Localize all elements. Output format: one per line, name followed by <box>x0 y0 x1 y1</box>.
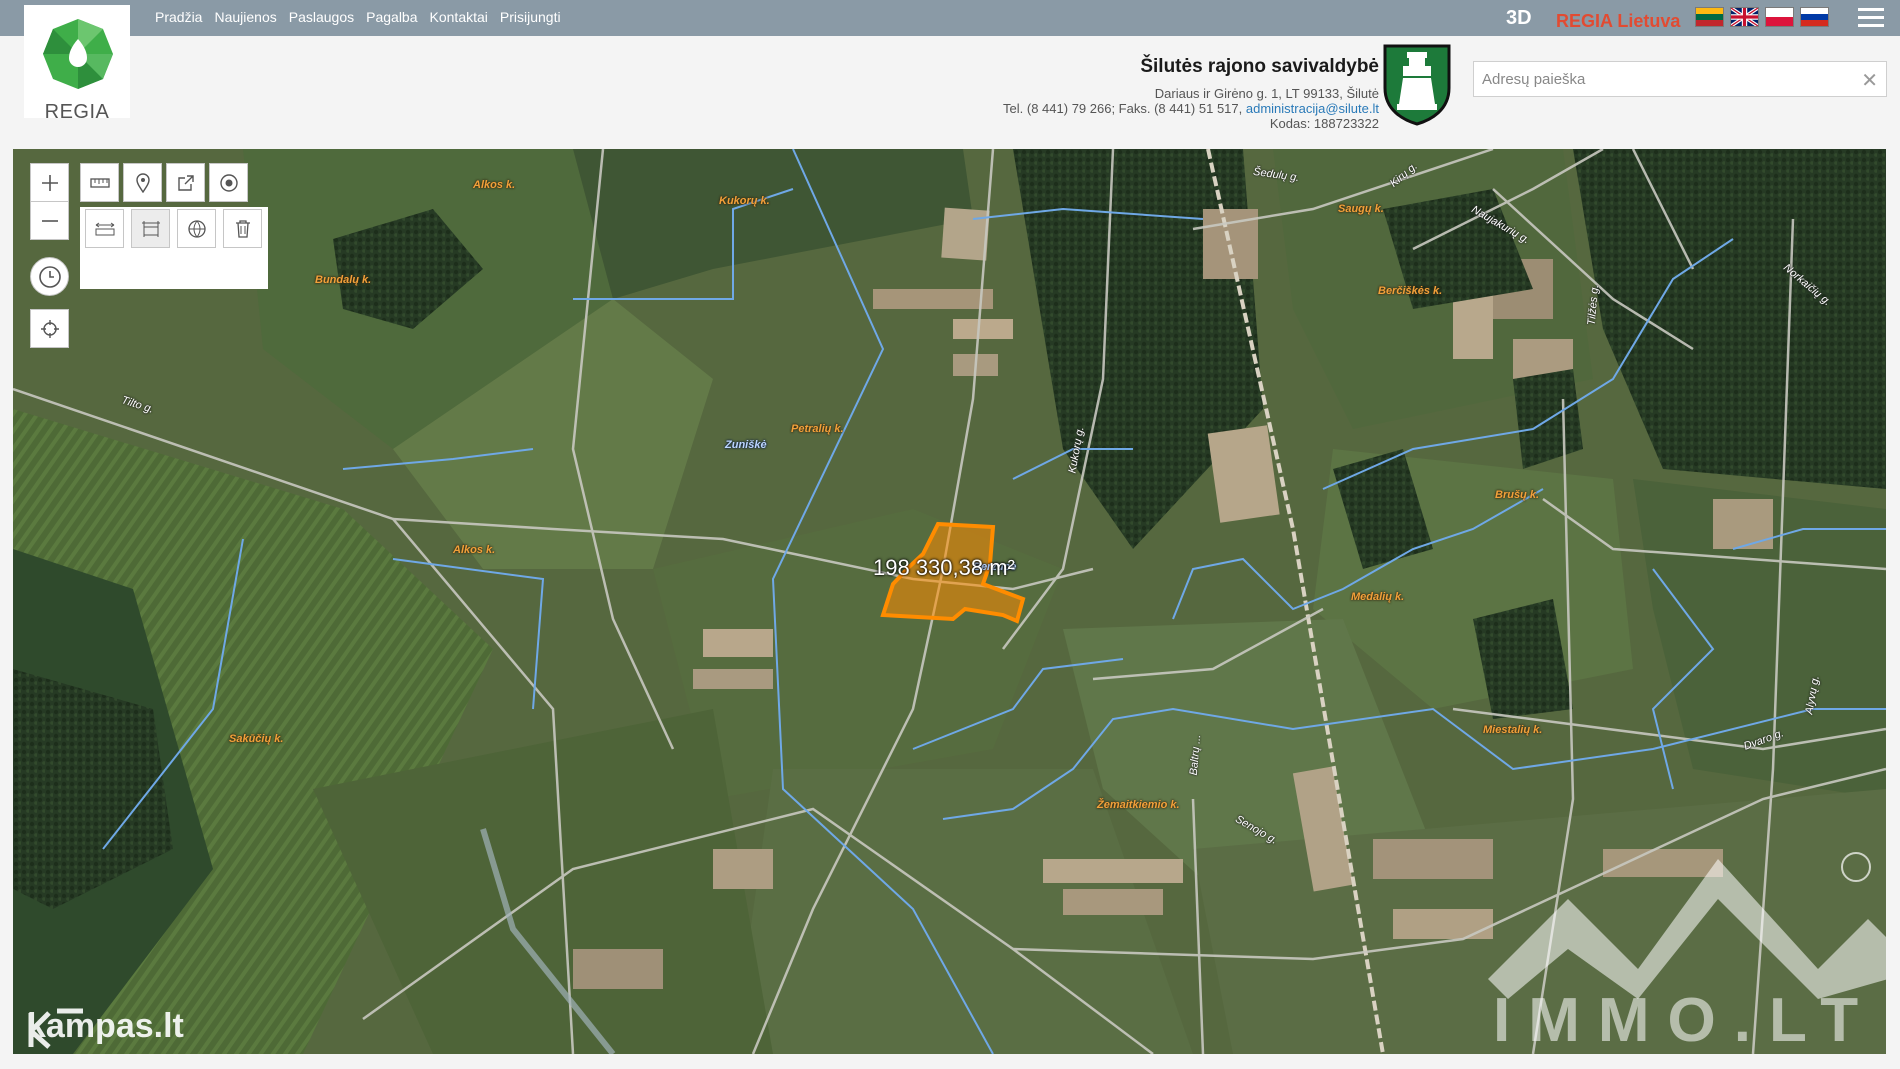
place-label: Kukorų k. <box>719 195 770 207</box>
delete-measure-button[interactable] <box>223 209 262 248</box>
nav-help[interactable]: Pagalba <box>366 9 417 25</box>
main-nav: Pradžia Naujienos Paslaugos Pagalba Kont… <box>155 9 561 25</box>
target-icon <box>219 173 238 192</box>
measure-globe-button[interactable] <box>177 209 216 248</box>
zoom-in-button[interactable] <box>30 163 69 202</box>
trash-icon <box>235 219 250 238</box>
regia-logo-icon <box>43 19 113 89</box>
measure-button[interactable] <box>80 163 119 202</box>
target-button[interactable] <box>209 163 248 202</box>
globe-measure-icon <box>187 219 206 238</box>
nav-login[interactable]: Prisijungti <box>500 9 561 25</box>
nav-home[interactable]: Pradžia <box>155 9 202 25</box>
place-label: Medalių k. <box>1351 591 1405 603</box>
measure-area-button[interactable] <box>131 209 170 248</box>
footer <box>0 1054 1900 1069</box>
hamburger-menu-icon[interactable] <box>1858 8 1884 28</box>
place-label: Petralių k. <box>791 423 844 435</box>
english-flag-icon[interactable] <box>1730 6 1759 28</box>
zoom-out-button[interactable] <box>30 201 69 240</box>
zoom-out-icon <box>41 219 58 222</box>
nav-contacts[interactable]: Kontaktai <box>430 9 488 25</box>
place-label: Zuniškė <box>725 439 767 451</box>
share-icon <box>177 174 194 191</box>
area-icon <box>141 220 160 237</box>
place-label: Brušų k. <box>1495 489 1540 501</box>
kampas-watermark: kampas.lt <box>27 1007 184 1049</box>
russian-flag-icon[interactable] <box>1800 7 1829 27</box>
distance-icon <box>95 222 114 235</box>
kampas-logo-icon <box>28 1008 83 1049</box>
place-label: Miestalių k. <box>1483 724 1543 736</box>
municipality-name: Šilutės rajono savivaldybė <box>1140 56 1379 77</box>
measure-distance-button[interactable] <box>85 209 124 248</box>
locate-button[interactable] <box>30 309 69 348</box>
municipality-address: Dariaus ir Girėno g. 1, LT 99133, Šilutė <box>1154 86 1379 101</box>
zoom-in-icon <box>41 174 58 191</box>
municipality-email-link[interactable]: administracija@silute.lt <box>1246 101 1379 116</box>
address-search: ✕ <box>1473 61 1887 97</box>
ruler-icon <box>89 177 110 188</box>
map-pin-icon <box>135 172 150 193</box>
place-label: Berčiškės k. <box>1378 285 1443 297</box>
municipality-code: Kodas: 188723322 <box>1269 116 1379 131</box>
logo-text: REGIA <box>44 101 110 123</box>
place-label: Saugų k. <box>1338 203 1384 215</box>
share-button[interactable] <box>166 163 205 202</box>
municipality-crest-icon <box>1383 44 1451 126</box>
3d-button[interactable]: 3D <box>1506 7 1532 30</box>
nav-news[interactable]: Naujienos <box>214 9 276 25</box>
regia-logo[interactable]: REGIA <box>24 5 130 123</box>
nav-services[interactable]: Paslaugos <box>289 9 354 25</box>
parcel-area-label: 198 330,38 m² <box>873 555 1015 580</box>
place-label: Sakūčių k. <box>229 733 284 745</box>
map-view[interactable]: Alkos k. Kukorų k. Bundalų k. Petralių k… <box>13 149 1886 1054</box>
municipality-contacts: Tel. (8 441) 79 266; Faks. (8 441) 51 51… <box>1003 101 1379 116</box>
crosshair-icon <box>40 319 59 338</box>
place-label: Alkos k. <box>473 179 516 191</box>
place-label: Alkos k. <box>453 544 496 556</box>
regia-lietuva-link[interactable]: REGIA Lietuva <box>1556 11 1680 32</box>
top-bar: Pradžia Naujienos Paslaugos Pagalba Kont… <box>0 0 1900 36</box>
immo-watermark: IMMO.LT <box>1493 986 1877 1054</box>
address-search-input[interactable] <box>1474 62 1860 96</box>
polish-flag-icon[interactable] <box>1765 7 1794 27</box>
clear-search-icon[interactable]: ✕ <box>1861 68 1878 93</box>
place-label: Bundalų k. <box>315 274 372 286</box>
marker-button[interactable] <box>123 163 162 202</box>
lithuanian-flag-icon[interactable] <box>1695 7 1724 27</box>
municipality-phone: Tel. (8 441) 79 266; Faks. (8 441) 51 51… <box>1003 101 1246 116</box>
clock-icon <box>38 265 61 288</box>
history-button[interactable] <box>30 257 69 296</box>
place-label: Žemaitkiemio k. <box>1097 799 1180 811</box>
